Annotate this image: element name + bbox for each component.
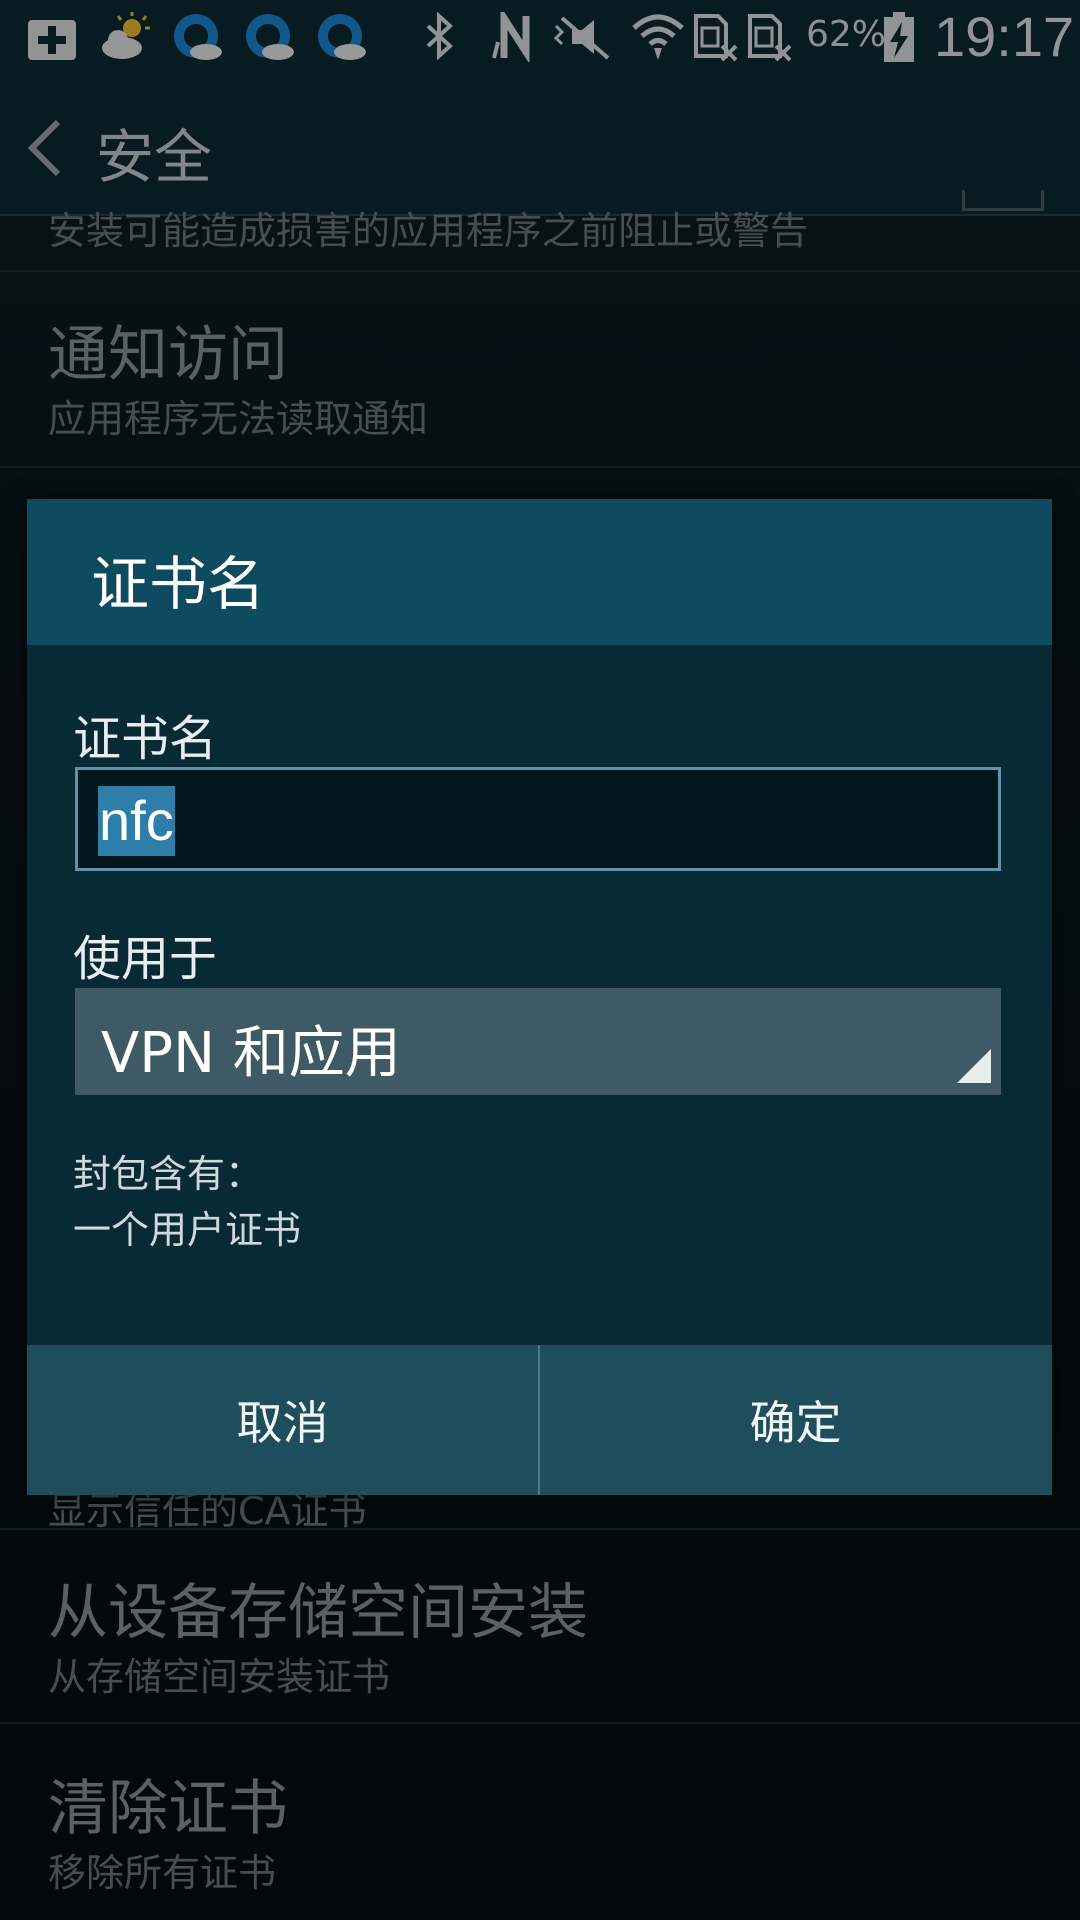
usage-dropdown-value: VPN 和应用 bbox=[101, 1021, 401, 1086]
usage-dropdown[interactable]: VPN 和应用 bbox=[75, 988, 1001, 1095]
dropdown-corner-icon bbox=[957, 1049, 991, 1083]
dialog-title: 证书名 bbox=[91, 550, 266, 618]
certificate-name-input[interactable]: nfc bbox=[75, 767, 1001, 871]
certificate-name-value: nfc bbox=[98, 786, 175, 856]
dialog-header: 证书名 bbox=[27, 499, 1052, 645]
package-contents-label: 封包含有： bbox=[73, 1152, 264, 1196]
package-contents-item: 一个用户证书 bbox=[73, 1208, 302, 1252]
certificate-name-label: 证书名 bbox=[73, 711, 218, 767]
ok-button[interactable]: 确定 bbox=[540, 1345, 1051, 1495]
cancel-button[interactable]: 取消 bbox=[27, 1345, 538, 1495]
certificate-name-dialog: 证书名 证书名 nfc 使用于 VPN 和应用 封包含有： 一个用户证书 取消 … bbox=[27, 499, 1052, 1495]
screen: 62% 19:17 安全 安装可能造成损害的应用程序之前阻止或警告 通知访问 应… bbox=[0, 0, 1080, 1920]
usage-label: 使用于 bbox=[73, 931, 218, 987]
dialog-button-bar: 取消 确定 bbox=[27, 1345, 1052, 1495]
